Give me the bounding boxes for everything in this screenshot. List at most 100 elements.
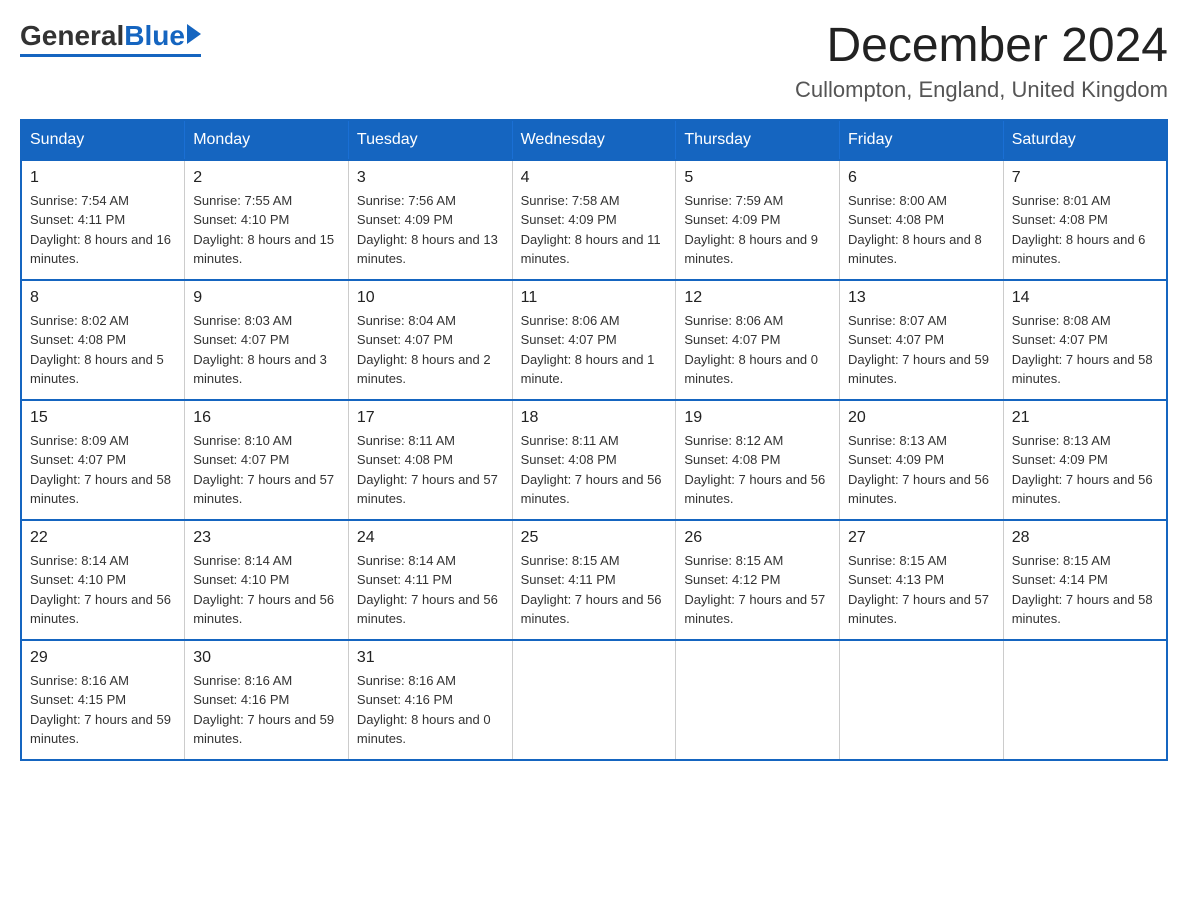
logo-underline bbox=[20, 54, 201, 57]
day-number: 13 bbox=[848, 289, 995, 307]
day-number: 8 bbox=[30, 289, 176, 307]
day-number: 1 bbox=[30, 169, 176, 187]
day-info: Sunrise: 8:09 AMSunset: 4:07 PMDaylight:… bbox=[30, 431, 176, 509]
day-number: 9 bbox=[193, 289, 340, 307]
calendar-cell: 19Sunrise: 8:12 AMSunset: 4:08 PMDayligh… bbox=[676, 400, 840, 520]
calendar-cell bbox=[1003, 640, 1167, 760]
day-number: 30 bbox=[193, 649, 340, 667]
day-info: Sunrise: 7:56 AMSunset: 4:09 PMDaylight:… bbox=[357, 191, 504, 269]
calendar-cell: 16 Sunrise: 8:10 AMSunset: 4:07 PMDayligh… bbox=[185, 400, 349, 520]
calendar-body: 1 Sunrise: 7:54 AMSunset: 4:11 PMDaylight… bbox=[21, 160, 1167, 760]
day-number: 16 bbox=[193, 409, 340, 427]
day-number: 18 bbox=[521, 409, 668, 427]
calendar-cell: 13Sunrise: 8:07 AMSunset: 4:07 PMDayligh… bbox=[840, 280, 1004, 400]
day-info: Sunrise: 8:15 AMSunset: 4:14 PMDaylight:… bbox=[1012, 551, 1158, 629]
day-info: Sunrise: 8:15 AMSunset: 4:12 PMDaylight:… bbox=[684, 551, 831, 629]
calendar-cell: 6Sunrise: 8:00 AMSunset: 4:08 PMDaylight… bbox=[840, 160, 1004, 280]
day-number: 23 bbox=[193, 529, 340, 547]
day-number: 3 bbox=[357, 169, 504, 187]
header-thursday: Thursday bbox=[676, 120, 840, 160]
location-title: Cullompton, England, United Kingdom bbox=[795, 77, 1168, 103]
calendar-cell: 7 Sunrise: 8:01 AMSunset: 4:08 PMDaylight… bbox=[1003, 160, 1167, 280]
day-info: Sunrise: 8:10 AMSunset: 4:07 PMDaylight:… bbox=[193, 431, 340, 509]
calendar-header: SundayMondayTuesdayWednesdayThursdayFrid… bbox=[21, 120, 1167, 160]
logo: General Blue bbox=[20, 20, 201, 57]
calendar-cell: 1 Sunrise: 7:54 AMSunset: 4:11 PMDaylight… bbox=[21, 160, 185, 280]
day-number: 24 bbox=[357, 529, 504, 547]
day-number: 2 bbox=[193, 169, 340, 187]
day-number: 27 bbox=[848, 529, 995, 547]
calendar-cell: 12 Sunrise: 8:06 AMSunset: 4:07 PMDayligh… bbox=[676, 280, 840, 400]
day-info: Sunrise: 8:14 AMSunset: 4:10 PMDaylight:… bbox=[193, 551, 340, 629]
week-row-3: 15Sunrise: 8:09 AMSunset: 4:07 PMDayligh… bbox=[21, 400, 1167, 520]
day-number: 7 bbox=[1012, 169, 1158, 187]
header-tuesday: Tuesday bbox=[348, 120, 512, 160]
header: General Blue December 2024 Cullompton, E… bbox=[20, 20, 1168, 103]
logo-arrow-icon bbox=[187, 24, 201, 44]
calendar-cell: 22 Sunrise: 8:14 AMSunset: 4:10 PMDayligh… bbox=[21, 520, 185, 640]
day-number: 21 bbox=[1012, 409, 1158, 427]
calendar-cell: 4 Sunrise: 7:58 AMSunset: 4:09 PMDaylight… bbox=[512, 160, 676, 280]
logo-blue-text: Blue bbox=[124, 20, 185, 52]
header-row: SundayMondayTuesdayWednesdayThursdayFrid… bbox=[21, 120, 1167, 160]
calendar-cell: 11Sunrise: 8:06 AMSunset: 4:07 PMDayligh… bbox=[512, 280, 676, 400]
day-info: Sunrise: 8:01 AMSunset: 4:08 PMDaylight:… bbox=[1012, 191, 1158, 269]
day-info: Sunrise: 8:16 AMSunset: 4:15 PMDaylight:… bbox=[30, 671, 176, 749]
logo-general-text: General bbox=[20, 20, 124, 52]
day-number: 22 bbox=[30, 529, 176, 547]
header-wednesday: Wednesday bbox=[512, 120, 676, 160]
day-info: Sunrise: 8:11 AMSunset: 4:08 PMDaylight:… bbox=[357, 431, 504, 509]
day-number: 11 bbox=[521, 289, 668, 307]
header-sunday: Sunday bbox=[21, 120, 185, 160]
day-info: Sunrise: 8:15 AMSunset: 4:11 PMDaylight:… bbox=[521, 551, 668, 629]
month-title: December 2024 bbox=[795, 20, 1168, 73]
calendar-cell: 25 Sunrise: 8:15 AMSunset: 4:11 PMDayligh… bbox=[512, 520, 676, 640]
day-number: 5 bbox=[684, 169, 831, 187]
calendar-cell: 5Sunrise: 7:59 AMSunset: 4:09 PMDaylight… bbox=[676, 160, 840, 280]
day-number: 25 bbox=[521, 529, 668, 547]
week-row-5: 29 Sunrise: 8:16 AMSunset: 4:15 PMDayligh… bbox=[21, 640, 1167, 760]
day-info: Sunrise: 7:54 AMSunset: 4:11 PMDaylight:… bbox=[30, 191, 176, 269]
calendar-cell bbox=[840, 640, 1004, 760]
calendar-cell: 24 Sunrise: 8:14 AMSunset: 4:11 PMDayligh… bbox=[348, 520, 512, 640]
day-info: Sunrise: 8:03 AMSunset: 4:07 PMDaylight:… bbox=[193, 311, 340, 389]
day-number: 10 bbox=[357, 289, 504, 307]
day-info: Sunrise: 8:13 AMSunset: 4:09 PMDaylight:… bbox=[848, 431, 995, 509]
day-number: 31 bbox=[357, 649, 504, 667]
day-info: Sunrise: 8:15 AMSunset: 4:13 PMDaylight:… bbox=[848, 551, 995, 629]
week-row-4: 22 Sunrise: 8:14 AMSunset: 4:10 PMDayligh… bbox=[21, 520, 1167, 640]
calendar-cell: 27 Sunrise: 8:15 AMSunset: 4:13 PMDayligh… bbox=[840, 520, 1004, 640]
calendar-cell: 8Sunrise: 8:02 AMSunset: 4:08 PMDaylight… bbox=[21, 280, 185, 400]
day-info: Sunrise: 8:08 AMSunset: 4:07 PMDaylight:… bbox=[1012, 311, 1158, 389]
day-number: 28 bbox=[1012, 529, 1158, 547]
day-number: 12 bbox=[684, 289, 831, 307]
day-info: Sunrise: 8:11 AMSunset: 4:08 PMDaylight:… bbox=[521, 431, 668, 509]
calendar-cell: 14Sunrise: 8:08 AMSunset: 4:07 PMDayligh… bbox=[1003, 280, 1167, 400]
day-info: Sunrise: 8:14 AMSunset: 4:11 PMDaylight:… bbox=[357, 551, 504, 629]
day-number: 17 bbox=[357, 409, 504, 427]
calendar-cell: 3 Sunrise: 7:56 AMSunset: 4:09 PMDaylight… bbox=[348, 160, 512, 280]
day-info: Sunrise: 7:58 AMSunset: 4:09 PMDaylight:… bbox=[521, 191, 668, 269]
calendar-cell: 15Sunrise: 8:09 AMSunset: 4:07 PMDayligh… bbox=[21, 400, 185, 520]
day-info: Sunrise: 8:04 AMSunset: 4:07 PMDaylight:… bbox=[357, 311, 504, 389]
calendar-cell: 18 Sunrise: 8:11 AMSunset: 4:08 PMDayligh… bbox=[512, 400, 676, 520]
week-row-1: 1 Sunrise: 7:54 AMSunset: 4:11 PMDaylight… bbox=[21, 160, 1167, 280]
calendar-cell: 20Sunrise: 8:13 AMSunset: 4:09 PMDayligh… bbox=[840, 400, 1004, 520]
day-info: Sunrise: 8:14 AMSunset: 4:10 PMDaylight:… bbox=[30, 551, 176, 629]
calendar-cell: 29 Sunrise: 8:16 AMSunset: 4:15 PMDayligh… bbox=[21, 640, 185, 760]
day-number: 26 bbox=[684, 529, 831, 547]
day-number: 4 bbox=[521, 169, 668, 187]
calendar-cell: 28 Sunrise: 8:15 AMSunset: 4:14 PMDayligh… bbox=[1003, 520, 1167, 640]
calendar-cell: 23 Sunrise: 8:14 AMSunset: 4:10 PMDayligh… bbox=[185, 520, 349, 640]
day-info: Sunrise: 8:16 AMSunset: 4:16 PMDaylight:… bbox=[357, 671, 504, 749]
week-row-2: 8Sunrise: 8:02 AMSunset: 4:08 PMDaylight… bbox=[21, 280, 1167, 400]
day-info: Sunrise: 8:00 AMSunset: 4:08 PMDaylight:… bbox=[848, 191, 995, 269]
day-info: Sunrise: 8:16 AMSunset: 4:16 PMDaylight:… bbox=[193, 671, 340, 749]
logo-blue-part: Blue bbox=[124, 20, 201, 52]
calendar-cell: 2Sunrise: 7:55 AMSunset: 4:10 PMDaylight… bbox=[185, 160, 349, 280]
day-number: 29 bbox=[30, 649, 176, 667]
day-info: Sunrise: 8:13 AMSunset: 4:09 PMDaylight:… bbox=[1012, 431, 1158, 509]
day-info: Sunrise: 8:06 AMSunset: 4:07 PMDaylight:… bbox=[684, 311, 831, 389]
header-saturday: Saturday bbox=[1003, 120, 1167, 160]
calendar-cell: 9 Sunrise: 8:03 AMSunset: 4:07 PMDaylight… bbox=[185, 280, 349, 400]
